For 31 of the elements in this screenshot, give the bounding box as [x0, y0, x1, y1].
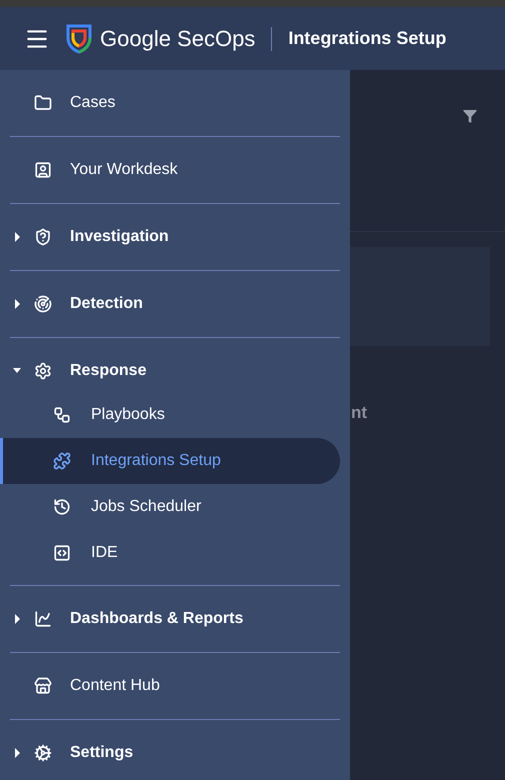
puzzle-icon [53, 452, 71, 470]
radar-icon [34, 295, 52, 313]
gears-icon [34, 744, 52, 762]
brand-name: Google SecOps [100, 25, 256, 53]
shield-search-icon [34, 228, 52, 246]
page-title: Integrations Setup [288, 27, 446, 50]
caret-icon[interactable] [13, 299, 21, 309]
nav-item[interactable]: Your Workdesk [0, 137, 350, 203]
id-badge-icon [34, 161, 52, 179]
nav-subitem[interactable]: Jobs Scheduler [0, 484, 340, 530]
nav-item[interactable]: Detection [0, 271, 350, 337]
workflow-icon [53, 406, 71, 424]
nav-item[interactable]: Cases [0, 70, 350, 136]
heading-text: nt [351, 402, 368, 424]
chart-icon [34, 610, 52, 628]
code-icon [53, 544, 71, 562]
filter-icon[interactable] [462, 108, 478, 124]
nav-subitem[interactable]: Integrations Setup [0, 438, 340, 484]
store-icon [34, 677, 52, 695]
caret-icon[interactable] [13, 748, 21, 758]
nav-subitem[interactable]: IDE [0, 530, 340, 576]
caret-icon[interactable] [13, 614, 21, 624]
gear-icon [34, 362, 52, 380]
shield-logo-icon [66, 24, 92, 54]
nav-item[interactable]: Investigation [0, 204, 350, 270]
nav-item[interactable]: Content Hub [0, 653, 350, 719]
caret-icon[interactable] [13, 232, 21, 242]
folder-icon [34, 94, 52, 112]
clock-icon [53, 498, 71, 516]
nav-item[interactable]: Settings [0, 720, 350, 780]
nav-item[interactable]: Dashboards & Reports [0, 586, 350, 652]
